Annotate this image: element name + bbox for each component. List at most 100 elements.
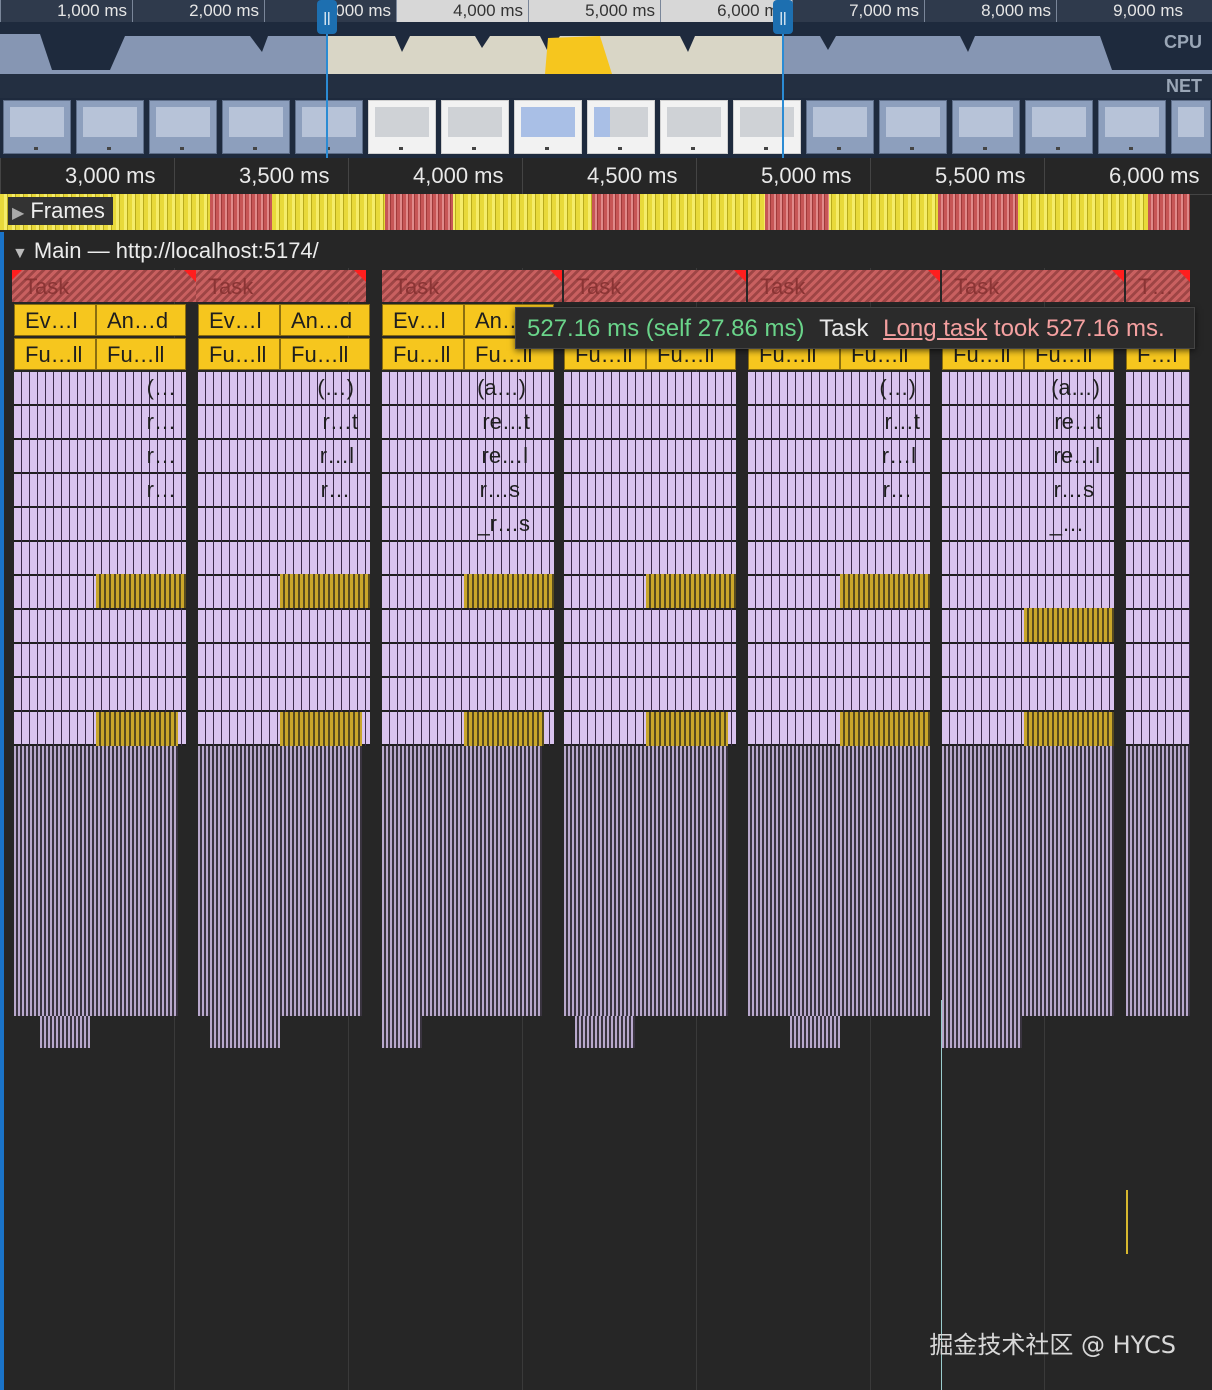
screenshot-thumbnail[interactable]: [441, 100, 509, 154]
event-bar[interactable]: An…d: [96, 304, 186, 336]
ruler-tick: 5,500 ms: [935, 163, 1026, 188]
net-label: NET: [1166, 76, 1202, 96]
frame-label: r…t: [322, 409, 358, 434]
screenshot-thumbnail[interactable]: [222, 100, 290, 154]
selection-left-handle[interactable]: ||: [317, 0, 337, 158]
frame-label: _…: [1049, 511, 1084, 536]
frame-label: re…t: [482, 409, 530, 434]
frame-label: r…: [882, 477, 912, 502]
task-tooltip: 527.16 ms (self 27.86 ms) Task Long task…: [515, 307, 1195, 349]
ruler-tick: 6,000 ms: [1109, 163, 1200, 188]
screenshot-thumbnail[interactable]: [806, 100, 874, 154]
screenshot-thumbnail[interactable]: [514, 100, 582, 154]
ruler-tick: 4,500 ms: [587, 163, 678, 188]
cpu-graph: [0, 34, 1212, 74]
frame-label: re…l: [1053, 443, 1100, 468]
event-bar[interactable]: An…d: [280, 304, 370, 336]
function-call-bar[interactable]: Fu…ll: [280, 338, 370, 370]
screenshot-thumbnail[interactable]: [952, 100, 1020, 154]
frames-label: Frames: [30, 198, 105, 223]
performance-panel: 1,000 ms 2,000 ms 3,000 ms 4,000 ms 5,00…: [0, 0, 1212, 1390]
overview-tick: 5,000 ms: [528, 0, 661, 22]
grip-icon[interactable]: ||: [317, 0, 337, 34]
overview-tick: 7,000 ms: [792, 0, 925, 22]
function-call-bar[interactable]: Fu…ll: [198, 338, 280, 370]
task-bar[interactable]: Task: [942, 270, 1124, 302]
timeline-overview[interactable]: 1,000 ms 2,000 ms 3,000 ms 4,000 ms 5,00…: [0, 0, 1212, 158]
frames-track[interactable]: [0, 194, 1190, 230]
cpu-chart: CPU: [0, 22, 1212, 74]
frame-label: (a…): [1051, 375, 1100, 400]
task-bar[interactable]: Task: [748, 270, 940, 302]
track-edge: [0, 232, 4, 1390]
frame-label: (a…): [477, 375, 526, 400]
tooltip-name: Task: [819, 315, 869, 342]
frame-label: r…s: [479, 477, 520, 502]
long-task-link[interactable]: Long task: [883, 315, 987, 342]
ruler-tick: 4,000 ms: [413, 163, 504, 188]
task-bar[interactable]: Task: [196, 270, 366, 302]
function-call-bar[interactable]: Fu…ll: [14, 338, 96, 370]
frame-label: r…: [146, 477, 176, 502]
function-call-bar[interactable]: Fu…ll: [382, 338, 464, 370]
task-bar[interactable]: Task: [12, 270, 196, 302]
ruler-tick: 5,000 ms: [761, 163, 852, 188]
screenshot-thumbnail[interactable]: [295, 100, 363, 154]
task-bar[interactable]: Task: [382, 270, 562, 302]
event-bar[interactable]: Ev…l: [198, 304, 280, 336]
call-stack-block[interactable]: [1126, 372, 1190, 746]
screenshot-thumbnail[interactable]: [733, 100, 801, 154]
frame-label: (…): [317, 375, 354, 400]
overview-tick: 8,000 ms: [924, 0, 1057, 22]
event-bar[interactable]: Ev…l: [14, 304, 96, 336]
screenshot-filmstrip[interactable]: [0, 98, 1212, 158]
tooltip-duration: 527.16 ms (self 27.86 ms): [527, 315, 805, 342]
screenshot-thumbnail[interactable]: [879, 100, 947, 154]
frame-label: r…: [146, 443, 176, 468]
ruler-tick: 3,500 ms: [239, 163, 330, 188]
frame-label: (…): [879, 375, 916, 400]
main-thread-title: Main — http://localhost:5174/: [33, 238, 319, 263]
grip-icon[interactable]: ||: [773, 0, 793, 34]
overview-tick: 4,000 ms: [396, 0, 529, 22]
call-stack-block[interactable]: [564, 372, 736, 746]
task-bar[interactable]: T…: [1126, 270, 1190, 302]
frame-label: r…l: [319, 443, 354, 468]
screenshot-thumbnail[interactable]: [1098, 100, 1166, 154]
screenshot-thumbnail[interactable]: [1025, 100, 1093, 154]
screenshot-thumbnail[interactable]: [76, 100, 144, 154]
frame-label: re…t: [1054, 409, 1102, 434]
main-thread-header[interactable]: ▼ Main — http://localhost:5174/: [0, 230, 1212, 268]
watermark: 掘金技术社区 @ HYCS: [929, 1331, 1176, 1359]
screenshot-thumbnail[interactable]: [587, 100, 655, 154]
event-marker: [1126, 1190, 1128, 1254]
screenshot-thumbnail[interactable]: [1171, 100, 1211, 154]
frame-label: r…: [146, 409, 176, 434]
tooltip-warning: took 527.16 ms.: [993, 315, 1165, 342]
overview-ruler: 1,000 ms 2,000 ms 3,000 ms 4,000 ms 5,00…: [0, 0, 1212, 22]
selection-right-handle[interactable]: ||: [773, 0, 793, 158]
overview-tick: 2,000 ms: [132, 0, 265, 22]
screenshot-thumbnail[interactable]: [660, 100, 728, 154]
frame-label: _r…s: [477, 511, 530, 536]
network-chart: NET: [0, 74, 1212, 98]
frame-label: r…t: [884, 409, 920, 434]
frame-label: r…l: [881, 443, 916, 468]
timeline-ruler: 3,000 ms 3,500 ms 4,000 ms 4,500 ms 5,00…: [0, 158, 1212, 195]
frames-track-header[interactable]: ▶ Frames: [8, 197, 113, 225]
event-bar[interactable]: Ev…l: [382, 304, 464, 336]
screenshot-thumbnail[interactable]: [368, 100, 436, 154]
screenshot-thumbnail[interactable]: [149, 100, 217, 154]
flame-chart[interactable]: Task Ev…l An…d Fu…ll Fu…ll (… r… r… r… T…: [0, 268, 1212, 1390]
frame-label: re…l: [481, 443, 528, 468]
overview-tick: 9,000 ms: [1056, 0, 1189, 22]
function-call-bar[interactable]: Fu…ll: [96, 338, 186, 370]
screenshot-thumbnail[interactable]: [3, 100, 71, 154]
frame-label: r…: [320, 477, 350, 502]
overview-tick: 1,000 ms: [0, 0, 133, 22]
expand-triangle-icon[interactable]: ▶: [12, 205, 24, 222]
cpu-label: CPU: [1163, 32, 1202, 52]
frame-label: (…: [146, 375, 176, 400]
task-bar[interactable]: Task: [564, 270, 746, 302]
frame-label: r…s: [1053, 477, 1094, 502]
